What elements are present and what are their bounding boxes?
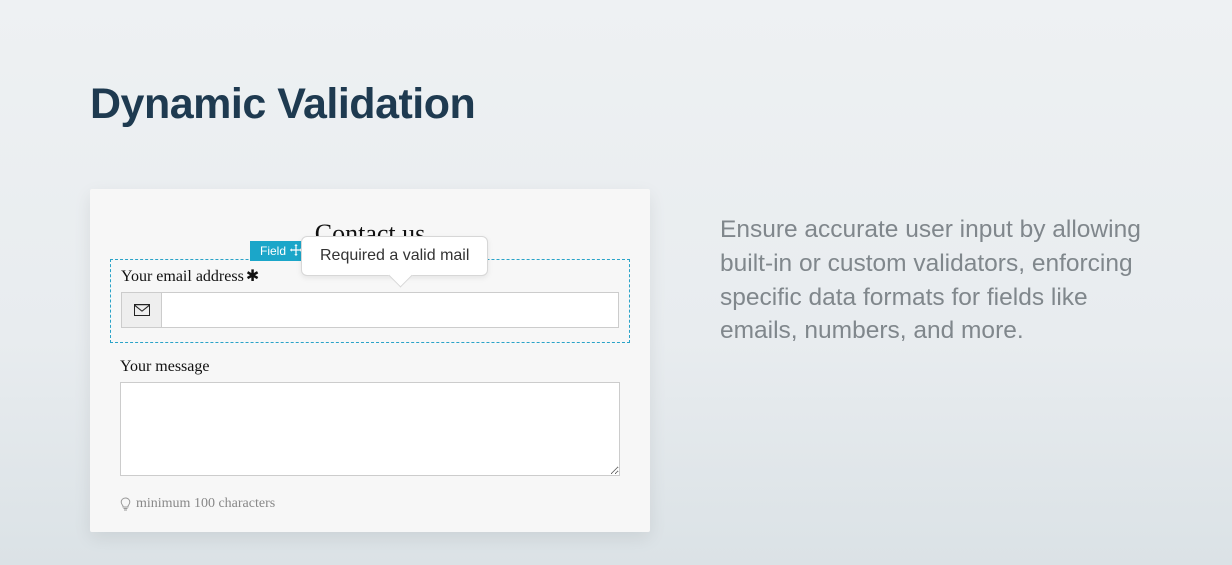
hint-text: minimum 100 characters (136, 496, 275, 512)
form-preview-card: Contact us Field Required a valid mail Y… (90, 189, 650, 532)
feature-description: Ensure accurate user input by allowing b… (720, 189, 1142, 348)
validation-tooltip: Required a valid mail (301, 236, 488, 276)
page-heading: Dynamic Validation (90, 80, 1142, 129)
message-label: Your message (120, 358, 620, 376)
email-input[interactable] (162, 293, 618, 327)
message-textarea[interactable] (120, 382, 620, 476)
required-icon: ✱ (246, 269, 259, 285)
hint-row: minimum 100 characters (120, 496, 620, 512)
field-tag-label: Field (260, 244, 286, 258)
bulb-icon (120, 497, 131, 512)
email-label-text: Your email address (121, 268, 244, 286)
envelope-icon (122, 293, 162, 327)
email-input-row (121, 292, 619, 328)
message-field-block: Your message (120, 358, 620, 481)
